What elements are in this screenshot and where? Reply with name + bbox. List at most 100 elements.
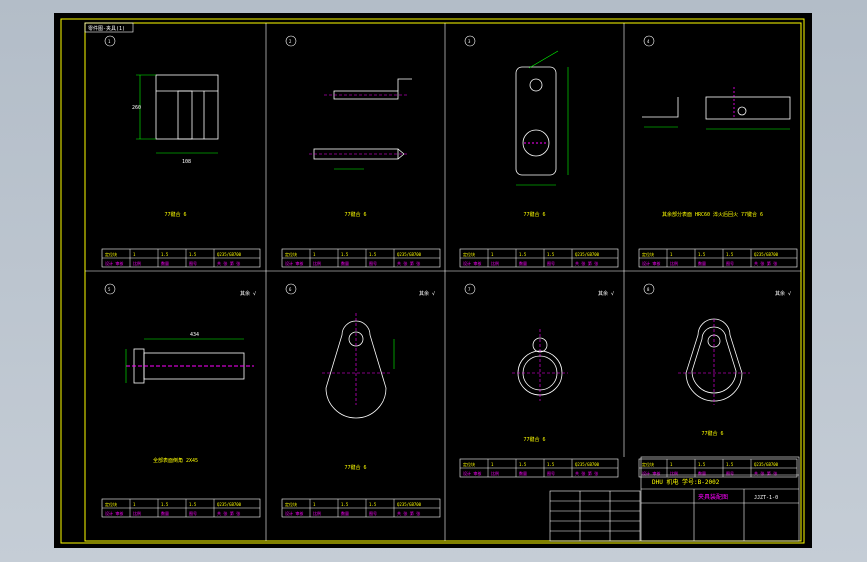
panel-7-roughness: 其余 √: [598, 290, 614, 297]
title-block-cell: 比例: [313, 510, 321, 516]
title-block-6: 定位块 1 1.5 1.5 Q235/GB700 设计 审核 比例 数量 图号 共 张 第 张: [281, 498, 441, 518]
p5-dim-length: 434: [190, 332, 199, 338]
title-block-cell: 共 张 第 张: [397, 260, 420, 266]
title-block-cell: 共 张 第 张: [575, 260, 598, 266]
title-block-cell: 1.5: [726, 462, 734, 467]
title-block-cell: 1: [313, 502, 316, 507]
title-block-cell: 数量: [341, 510, 349, 516]
title-block-cell: 数量: [161, 510, 169, 516]
title-block-cell: 1: [133, 502, 136, 507]
title-block-cell: 比例: [133, 510, 141, 516]
panel-7-note: 77键合 6: [523, 436, 545, 443]
title-block-cell: 设计 审核: [105, 260, 123, 266]
title-block-cell: 定位块: [463, 251, 475, 257]
title-block-cell: 共 张 第 张: [217, 260, 240, 266]
title-block-cell: 1.5: [189, 252, 197, 257]
title-block-cell: 定位块: [463, 461, 475, 467]
p1-dim-a: 260: [132, 105, 141, 111]
title-block-cell: 数量: [698, 260, 706, 266]
panel-6-number: 6: [289, 287, 292, 292]
panel-3-dims: [516, 50, 569, 186]
title-block-cell: 设计 审核: [285, 260, 303, 266]
panel-3-note: 77键合 6: [523, 211, 545, 218]
title-block-cell: 1.5: [698, 252, 706, 257]
title-block-cell: 定位块: [642, 461, 654, 467]
panel-2-note: 77键合 6: [344, 211, 366, 218]
panel-4-drawing: [642, 87, 791, 120]
title-block-cell: 1.5: [369, 502, 377, 507]
title-block-cell: 图号: [189, 510, 197, 516]
main-block-part-no: JJZT-1-0: [754, 495, 778, 501]
title-block-cell: Q235/GB700: [397, 502, 422, 507]
title-block-1: 定位块 1 1.5 1.5 Q235/GB700 设计 审核 比例 数量 图号 共 张 第 张: [101, 248, 261, 268]
title-block-cell: 图号: [369, 510, 377, 516]
title-block-5: 定位块 1 1.5 1.5 Q235/GB700 设计 审核 比例 数量 图号 共 张 第 张: [101, 498, 261, 518]
cad-viewport[interactable]: 零件图-夹具(1) 260 108 434 1 77键合 6 2 77键合 6 …: [0, 0, 867, 562]
title-block-cell: 比例: [491, 470, 499, 476]
title-block-cell: 比例: [491, 260, 499, 266]
panel-7-centerlines: [512, 329, 568, 401]
panel-8-note: 77键合 6: [701, 430, 723, 437]
title-block-cell: 图号: [547, 260, 555, 266]
panel-1-dims: [136, 74, 218, 154]
panel-6-note: 77键合 6: [344, 464, 366, 471]
panel-2-drawing: [313, 78, 412, 160]
title-tab-text: 零件图-夹具(1): [88, 25, 125, 32]
panel-2-number: 2: [289, 39, 292, 44]
title-block-cell: 比例: [313, 260, 321, 266]
drawing-canvas[interactable]: 零件图-夹具(1) 260 108 434 1 77键合 6 2 77键合 6 …: [54, 13, 812, 548]
title-block-cell: 设计 审核: [642, 260, 660, 266]
title-block-cell: 1.5: [519, 252, 527, 257]
title-block-cell: 设计 审核: [105, 510, 123, 516]
panel-7-number: 7: [468, 287, 471, 292]
title-block-cell: 设计 审核: [285, 510, 303, 516]
title-block-cell: 图号: [547, 470, 555, 476]
title-block-4: 定位块 1 1.5 1.5 Q235/GB700 设计 审核 比例 数量 图号 共 张 第 张: [638, 248, 798, 268]
title-block-cell: 1: [670, 462, 673, 467]
panel-5-roughness: 其余 √: [240, 290, 256, 297]
title-block-cell: 1.5: [161, 252, 169, 257]
title-block-cell: 1.5: [369, 252, 377, 257]
title-block-cell: 比例: [670, 260, 678, 266]
title-block-cell: 1: [313, 252, 316, 257]
title-block-cell: Q235/GB700: [754, 462, 779, 467]
title-block-cell: 数量: [519, 470, 527, 476]
title-block-cell: Q235/GB700: [397, 252, 422, 257]
title-block-cell: 定位块: [105, 501, 117, 507]
title-block-cell: 设计 审核: [463, 260, 481, 266]
title-block-cell: 1.5: [341, 502, 349, 507]
title-block-cell: 共 张 第 张: [754, 260, 777, 266]
panel-4-number: 4: [647, 39, 650, 44]
title-block-cell: 比例: [133, 260, 141, 266]
title-block-2: 定位块 1 1.5 1.5 Q235/GB700 设计 审核 比例 数量 图号 共 张 第 张: [281, 248, 441, 268]
title-block-3: 定位块 1 1.5 1.5 Q235/GB700 设计 审核 比例 数量 图号 共 张 第 张: [459, 248, 619, 268]
sheet-border: [60, 18, 805, 544]
title-block-cell: 共 张 第 张: [575, 470, 598, 476]
title-block-cell: 数量: [161, 260, 169, 266]
title-block-cell: 1: [133, 252, 136, 257]
panel-6-centerlines: [322, 313, 390, 405]
panel-8-number: 8: [647, 287, 650, 292]
title-block-cell: 1.5: [547, 252, 555, 257]
drawing-svg: 零件图-夹具(1) 260 108 434 177键合 6277键合 6377键…: [60, 18, 805, 544]
title-block-cell: Q235/GB700: [575, 252, 600, 257]
panel-1-note: 77键合 6: [164, 211, 186, 218]
title-block-8: 定位块 1 1.5 1.5 Q235/GB700设计 审核 比例 数量 图号共 张 第 张: [638, 458, 798, 478]
panel-3-drawing: [515, 66, 557, 176]
title-block-cell: Q235/GB700: [754, 252, 779, 257]
panel-4-note: 其余部分表面 HRC60 淬火后回火 77键合 6: [662, 211, 763, 218]
title-block-cell: 1.5: [189, 502, 197, 507]
part-title-blocks: 定位块 1 1.5 1.5 Q235/GB700设计 审核 比例 数量 图号共 张 第 张定位…: [101, 248, 798, 518]
title-block-cell: 1.5: [698, 462, 706, 467]
panel-1-number: 1: [108, 39, 111, 44]
title-block-cell: 定位块: [285, 501, 297, 507]
title-block-cell: 1: [491, 252, 494, 257]
title-block-cell: Q235/GB700: [217, 252, 242, 257]
title-block-cell: 1.5: [547, 462, 555, 467]
title-block-cell: 定位块: [285, 251, 297, 257]
title-block-cell: 设计 审核: [463, 470, 481, 476]
panel-8-roughness: 其余 √: [775, 290, 791, 297]
panel-4-dims: [644, 126, 790, 130]
title-block-cell: 共 张 第 张: [397, 510, 420, 516]
title-block-cell: 1.5: [341, 252, 349, 257]
